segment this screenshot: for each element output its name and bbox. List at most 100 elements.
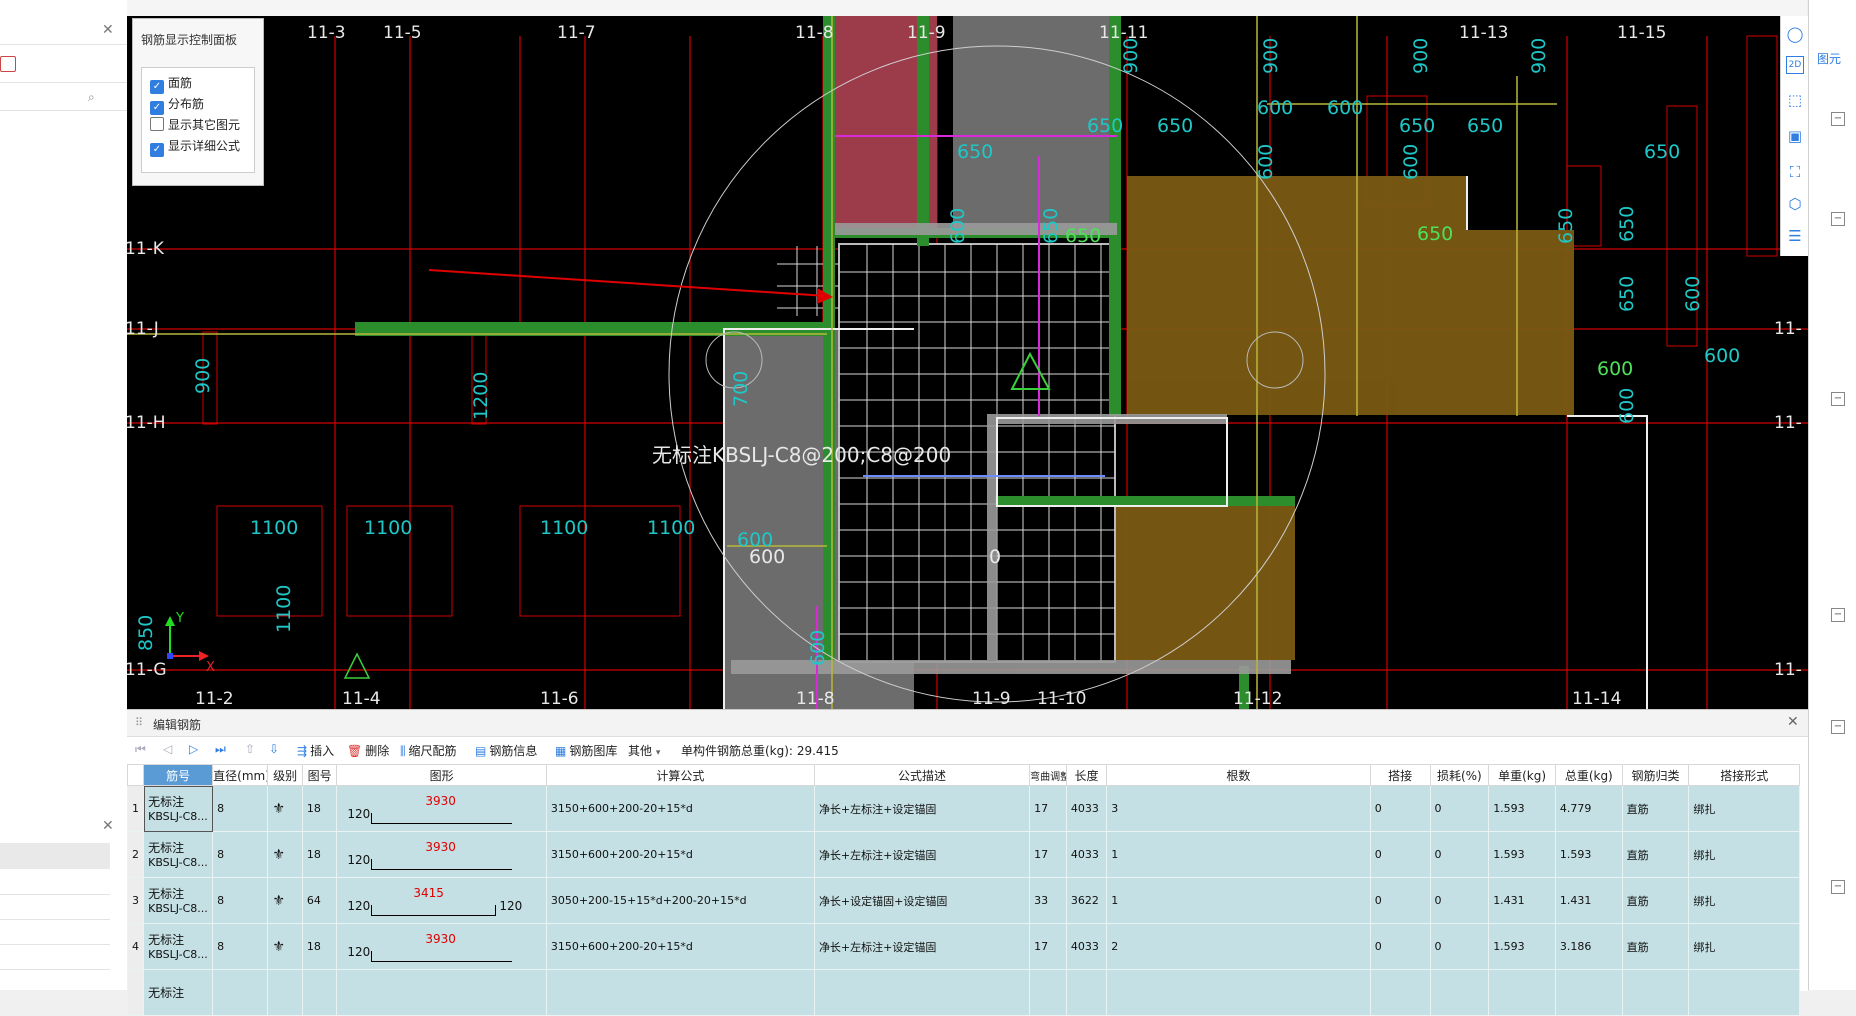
rebar-category-cell[interactable]: 直筋: [1621, 831, 1690, 878]
shape-cell[interactable]: 120 3930: [336, 923, 547, 970]
length-cell[interactable]: 4033: [1065, 923, 1108, 970]
shape-cell[interactable]: 120 3415 120: [336, 877, 547, 924]
lap-form-cell[interactable]: 绑扎: [1688, 831, 1800, 878]
formula-cell[interactable]: 3150+600+200-20+15*d: [545, 785, 815, 832]
loss-cell[interactable]: 0: [1429, 923, 1490, 970]
other-menu[interactable]: 其他 ▾: [628, 742, 660, 760]
bend-adjust-cell[interactable]: 17: [1029, 923, 1067, 970]
collapse-icon[interactable]: −: [1831, 720, 1845, 734]
row-number[interactable]: [126, 969, 145, 1016]
drag-handle-icon[interactable]: ⠿: [135, 716, 143, 729]
checkbox-distribution-rebar[interactable]: ✓ 分布筋: [150, 95, 204, 115]
loss-cell[interactable]: 0: [1429, 785, 1490, 832]
component-icon[interactable]: ⬡: [1785, 194, 1805, 214]
formula-description-cell[interactable]: 净长+设定锚固+设定锚固: [813, 877, 1031, 924]
list-icon[interactable]: [0, 56, 16, 72]
table-row[interactable]: 4 无标注 KBSLJ-C8... 8 ⚜ 18 120 3930 3150+600+200-2…: [126, 923, 1800, 970]
column-header[interactable]: 计算公式: [545, 764, 815, 786]
rebar-shape[interactable]: 120 3930: [338, 925, 545, 969]
column-header[interactable]: 损耗(%): [1429, 764, 1490, 786]
bend-adjust-cell[interactable]: 17: [1029, 785, 1067, 832]
formula-cell[interactable]: 3150+600+200-20+15*d: [545, 923, 815, 970]
total-weight-cell[interactable]: 3.186: [1554, 923, 1623, 970]
lap-form-cell[interactable]: 绑扎: [1688, 877, 1800, 924]
column-header[interactable]: 单重(kg): [1488, 764, 1556, 786]
row-number[interactable]: 2: [126, 831, 145, 878]
lap-cell[interactable]: 0: [1369, 831, 1431, 878]
count-cell[interactable]: [1106, 969, 1371, 1016]
move-up-icon[interactable]: ⇧: [245, 742, 255, 760]
column-header[interactable]: 总重(kg): [1554, 764, 1623, 786]
diameter-cell[interactable]: [212, 969, 269, 1016]
checkbox-face-rebar[interactable]: ✓ 面筋: [150, 74, 192, 94]
property-field[interactable]: [0, 870, 110, 895]
last-record-icon[interactable]: ⏭: [215, 742, 226, 760]
length-cell[interactable]: 4033: [1065, 831, 1108, 878]
lap-cell[interactable]: 0: [1369, 877, 1431, 924]
column-header[interactable]: 筋号: [143, 764, 214, 786]
rebar-category-cell[interactable]: 直筋: [1621, 923, 1690, 970]
properties-icon[interactable]: ☰: [1785, 226, 1805, 246]
total-weight-cell[interactable]: 4.779: [1554, 785, 1623, 832]
property-field[interactable]: [0, 895, 110, 920]
count-cell[interactable]: 1: [1106, 877, 1371, 924]
lap-form-cell[interactable]: 绑扎: [1688, 923, 1800, 970]
check-icon[interactable]: ✓: [150, 101, 164, 115]
collapse-icon[interactable]: −: [1831, 392, 1845, 406]
scale-rebar-button[interactable]: ⫼ 缩尺配筋: [400, 742, 457, 760]
total-weight-cell[interactable]: 1.593: [1554, 831, 1623, 878]
checkbox-show-detailed-formula[interactable]: ✓ 显示详细公式: [150, 137, 240, 157]
rebar-category-cell[interactable]: [1621, 969, 1690, 1016]
length-cell[interactable]: 3622: [1065, 877, 1108, 924]
rebar-name-cell[interactable]: 无标注 KBSLJ-C8...: [143, 877, 214, 924]
fit-view-icon[interactable]: ⛶: [1785, 162, 1805, 182]
close-icon[interactable]: ✕: [102, 818, 114, 834]
table-row[interactable]: 1 无标注 KBSLJ-C8... 8 ⚜ 18 120 3930 3150+600+200-2…: [126, 785, 1800, 832]
rebar-shape[interactable]: 120 3930: [338, 787, 545, 831]
diameter-cell[interactable]: 8: [212, 785, 269, 832]
check-icon[interactable]: ✓: [150, 143, 164, 157]
shape-cell[interactable]: [336, 969, 547, 1016]
unit-weight-cell[interactable]: 1.593: [1488, 831, 1556, 878]
first-record-icon[interactable]: ⏮: [135, 742, 146, 760]
lap-cell[interactable]: [1369, 969, 1431, 1016]
total-weight-cell[interactable]: 1.431: [1554, 877, 1623, 924]
rebar-shape[interactable]: 120 3415 120: [338, 879, 545, 923]
rebar-name-cell[interactable]: 无标注 KBSLJ-C8...: [143, 923, 214, 970]
column-header[interactable]: 搭接: [1369, 764, 1431, 786]
loss-cell[interactable]: [1429, 969, 1490, 1016]
figure-number-cell[interactable]: 18: [301, 831, 338, 878]
collapse-icon[interactable]: −: [1831, 608, 1845, 622]
cad-canvas[interactable]: 11-3 11-5 11-7 11-8 11-9 11-11 11-13 11-…: [127, 16, 1808, 709]
row-number[interactable]: 3: [126, 877, 145, 924]
rebar-name-cell[interactable]: 无标注: [143, 969, 214, 1016]
collapse-icon[interactable]: −: [1831, 212, 1845, 226]
bend-adjust-cell[interactable]: 17: [1029, 831, 1067, 878]
lap-form-cell[interactable]: 绑扎: [1688, 785, 1800, 832]
checkbox-empty[interactable]: [150, 117, 164, 131]
column-header[interactable]: 长度: [1065, 764, 1108, 786]
property-field[interactable]: [0, 920, 110, 945]
formula-description-cell[interactable]: 净长+左标注+设定锚固: [813, 923, 1031, 970]
column-header[interactable]: 图形: [336, 764, 547, 786]
column-header[interactable]: 级别: [267, 764, 303, 786]
tab-element[interactable]: 图元: [1817, 50, 1841, 67]
rebar-library-button[interactable]: ▦ 钢筋图库: [555, 742, 617, 760]
diameter-cell[interactable]: 8: [212, 923, 269, 970]
formula-description-cell[interactable]: 净长+左标注+设定锚固: [813, 831, 1031, 878]
column-header[interactable]: 直径(mm): [212, 764, 269, 786]
count-cell[interactable]: 3: [1106, 785, 1371, 832]
rebar-shape[interactable]: 120 3930: [338, 833, 545, 877]
count-cell[interactable]: 2: [1106, 923, 1371, 970]
unit-weight-cell[interactable]: 1.593: [1488, 923, 1556, 970]
loss-cell[interactable]: 0: [1429, 831, 1490, 878]
2d-view-icon[interactable]: 2D: [1786, 56, 1804, 74]
prev-record-icon[interactable]: ◁: [163, 742, 172, 760]
column-header[interactable]: 弯曲调整: [1029, 764, 1067, 786]
close-icon[interactable]: ✕: [102, 22, 114, 38]
column-header[interactable]: 钢筋归类: [1621, 764, 1690, 786]
cube-icon[interactable]: ▣: [1785, 126, 1805, 146]
figure-number-cell[interactable]: 18: [301, 923, 338, 970]
bend-adjust-cell[interactable]: [1029, 969, 1067, 1016]
rebar-category-cell[interactable]: 直筋: [1621, 785, 1690, 832]
